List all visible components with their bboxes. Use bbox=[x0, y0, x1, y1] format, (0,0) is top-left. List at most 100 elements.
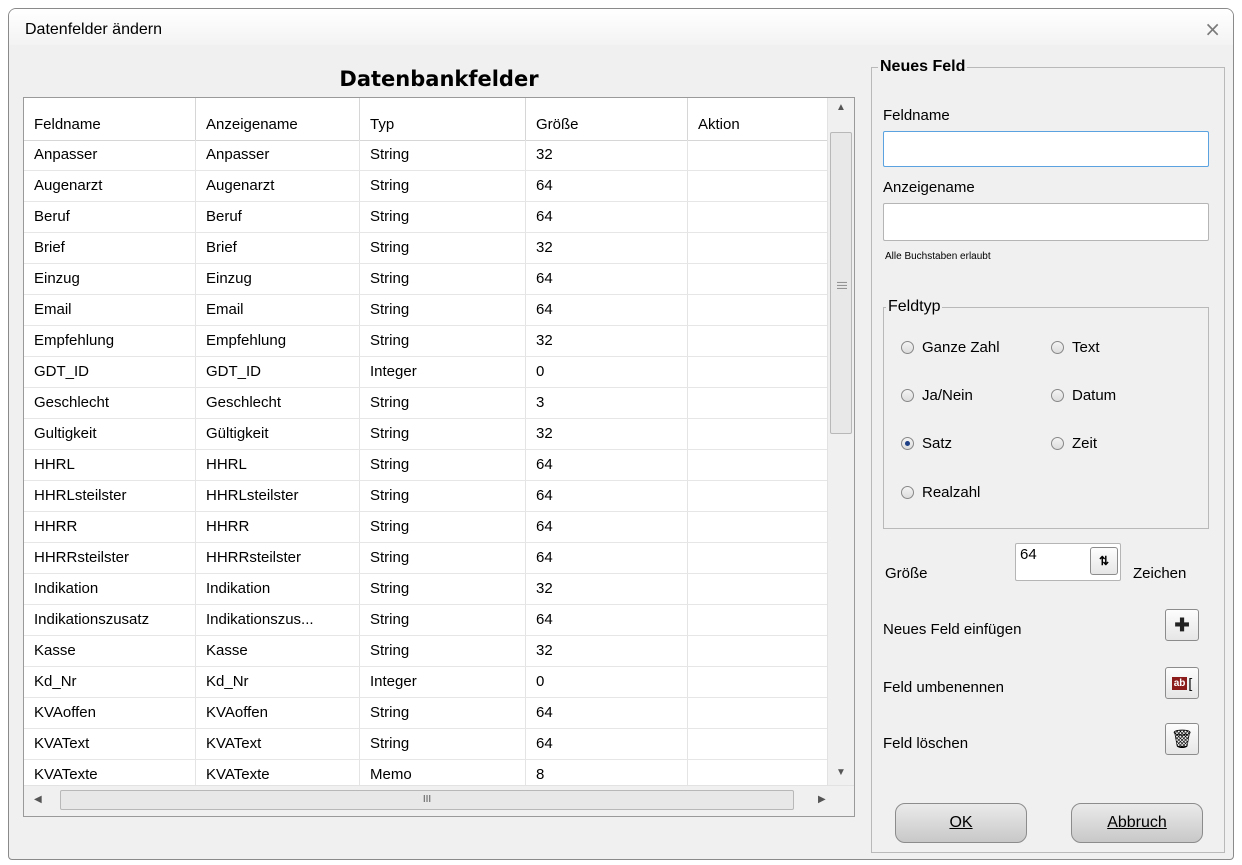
column-header-anzeigename[interactable]: Anzeigename bbox=[196, 98, 360, 140]
table-cell[interactable]: 64 bbox=[526, 512, 688, 542]
table-cell[interactable]: KVAText bbox=[196, 729, 360, 759]
table-cell[interactable]: Kd_Nr bbox=[24, 667, 196, 697]
table-cell[interactable]: 0 bbox=[526, 667, 688, 697]
table-cell[interactable] bbox=[688, 543, 828, 573]
table-cell[interactable] bbox=[688, 202, 828, 232]
table-cell[interactable]: Empfehlung bbox=[196, 326, 360, 356]
table-cell[interactable] bbox=[688, 357, 828, 387]
table-cell[interactable]: HHRL bbox=[196, 450, 360, 480]
table-cell[interactable]: Geschlecht bbox=[196, 388, 360, 418]
table-cell[interactable]: 0 bbox=[526, 357, 688, 387]
table-row[interactable]: Anpasser Anpasser String 32 bbox=[24, 140, 828, 171]
column-header-groesse[interactable]: Größe bbox=[526, 98, 688, 140]
table-cell[interactable]: String bbox=[360, 388, 526, 418]
table-row[interactable]: Brief Brief String 32 bbox=[24, 233, 828, 264]
table-row[interactable]: Kd_Nr Kd_Nr Integer 0 bbox=[24, 667, 828, 698]
table-cell[interactable]: Kasse bbox=[24, 636, 196, 666]
table-cell[interactable]: 64 bbox=[526, 202, 688, 232]
table-cell[interactable]: String bbox=[360, 481, 526, 511]
table-cell[interactable]: GDT_ID bbox=[196, 357, 360, 387]
table-cell[interactable]: String bbox=[360, 264, 526, 294]
table-cell[interactable]: 64 bbox=[526, 264, 688, 294]
table-cell[interactable]: 64 bbox=[526, 543, 688, 573]
insert-field-button[interactable]: ✚ bbox=[1165, 609, 1199, 641]
groesse-value[interactable]: 64 bbox=[1020, 546, 1037, 563]
table-cell[interactable] bbox=[688, 450, 828, 480]
radio-button-selected[interactable] bbox=[901, 437, 914, 450]
radio-realzahl[interactable]: Realzahl bbox=[901, 484, 980, 501]
table-cell[interactable]: Einzug bbox=[196, 264, 360, 294]
table-row[interactable]: Kasse Kasse String 32 bbox=[24, 636, 828, 667]
table-cell[interactable]: Augenarzt bbox=[24, 171, 196, 201]
cancel-button[interactable]: Abbruch bbox=[1071, 803, 1203, 843]
table-cell[interactable]: String bbox=[360, 636, 526, 666]
table-row[interactable]: GDT_ID GDT_ID Integer 0 bbox=[24, 357, 828, 388]
table-cell[interactable] bbox=[688, 667, 828, 697]
table-row[interactable]: Gultigkeit Gültigkeit String 32 bbox=[24, 419, 828, 450]
table-cell[interactable]: 32 bbox=[526, 326, 688, 356]
table-cell[interactable]: 64 bbox=[526, 295, 688, 325]
radio-button[interactable] bbox=[901, 341, 914, 354]
table-cell[interactable]: Augenarzt bbox=[196, 171, 360, 201]
table-cell[interactable]: String bbox=[360, 171, 526, 201]
delete-field-button[interactable]: 🗑 bbox=[1165, 723, 1199, 755]
table-cell[interactable]: Anpasser bbox=[24, 140, 196, 170]
table-cell[interactable]: Brief bbox=[196, 233, 360, 263]
table-cell[interactable] bbox=[688, 605, 828, 635]
table-cell[interactable]: Integer bbox=[360, 357, 526, 387]
table-cell[interactable]: KVAText bbox=[24, 729, 196, 759]
table-cell[interactable]: 64 bbox=[526, 698, 688, 728]
table-cell[interactable]: Gultigkeit bbox=[24, 419, 196, 449]
table-cell[interactable]: Kasse bbox=[196, 636, 360, 666]
horizontal-scrollbar[interactable]: ◀ III ▶ bbox=[24, 785, 854, 816]
table-cell[interactable]: Anpasser bbox=[196, 140, 360, 170]
table-cell[interactable]: String bbox=[360, 698, 526, 728]
table-cell[interactable]: 32 bbox=[526, 636, 688, 666]
close-icon[interactable]: × bbox=[1204, 17, 1221, 41]
table-cell[interactable] bbox=[688, 512, 828, 542]
table-row[interactable]: HHRL HHRL String 64 bbox=[24, 450, 828, 481]
table-row[interactable]: KVAText KVAText String 64 bbox=[24, 729, 828, 760]
table-cell[interactable]: 32 bbox=[526, 140, 688, 170]
table-cell[interactable]: String bbox=[360, 543, 526, 573]
table-row[interactable]: Geschlecht Geschlecht String 3 bbox=[24, 388, 828, 419]
table-cell[interactable]: Beruf bbox=[24, 202, 196, 232]
table-cell[interactable]: String bbox=[360, 326, 526, 356]
table-cell[interactable]: Integer bbox=[360, 667, 526, 697]
table-cell[interactable]: String bbox=[360, 419, 526, 449]
table-cell[interactable] bbox=[688, 729, 828, 759]
horizontal-scroll-thumb[interactable]: III bbox=[60, 790, 794, 810]
table-cell[interactable]: String bbox=[360, 295, 526, 325]
table-cell[interactable]: Indikation bbox=[24, 574, 196, 604]
table-cell[interactable] bbox=[688, 326, 828, 356]
table-cell[interactable] bbox=[688, 481, 828, 511]
column-header-typ[interactable]: Typ bbox=[360, 98, 526, 140]
table-cell[interactable] bbox=[688, 233, 828, 263]
radio-button[interactable] bbox=[1051, 437, 1064, 450]
table-cell[interactable]: HHRR bbox=[196, 512, 360, 542]
table-cell[interactable]: 32 bbox=[526, 419, 688, 449]
scroll-right-icon[interactable]: ▶ bbox=[818, 794, 826, 805]
table-cell[interactable]: KVAoffen bbox=[24, 698, 196, 728]
scroll-down-icon[interactable]: ▼ bbox=[836, 767, 846, 778]
table-cell[interactable]: Gültigkeit bbox=[196, 419, 360, 449]
table-row[interactable]: Empfehlung Empfehlung String 32 bbox=[24, 326, 828, 357]
table-cell[interactable]: String bbox=[360, 202, 526, 232]
scroll-up-icon[interactable]: ▲ bbox=[836, 102, 846, 113]
radio-datum[interactable]: Datum bbox=[1051, 387, 1116, 404]
table-cell[interactable]: 64 bbox=[526, 605, 688, 635]
table-row[interactable]: Augenarzt Augenarzt String 64 bbox=[24, 171, 828, 202]
table-cell[interactable]: Email bbox=[24, 295, 196, 325]
column-header-aktion[interactable]: Aktion bbox=[688, 98, 828, 140]
table-row[interactable]: HHRRsteilster HHRRsteilster String 64 bbox=[24, 543, 828, 574]
table-cell[interactable]: String bbox=[360, 729, 526, 759]
radio-text[interactable]: Text bbox=[1051, 339, 1100, 356]
radio-ja-nein[interactable]: Ja/Nein bbox=[901, 387, 973, 404]
table-cell[interactable]: HHRRsteilster bbox=[196, 543, 360, 573]
table-cell[interactable]: String bbox=[360, 450, 526, 480]
radio-satz[interactable]: Satz bbox=[901, 435, 952, 452]
table-cell[interactable]: String bbox=[360, 233, 526, 263]
table-cell[interactable]: 32 bbox=[526, 574, 688, 604]
table-cell[interactable] bbox=[688, 140, 828, 170]
table-cell[interactable] bbox=[688, 574, 828, 604]
